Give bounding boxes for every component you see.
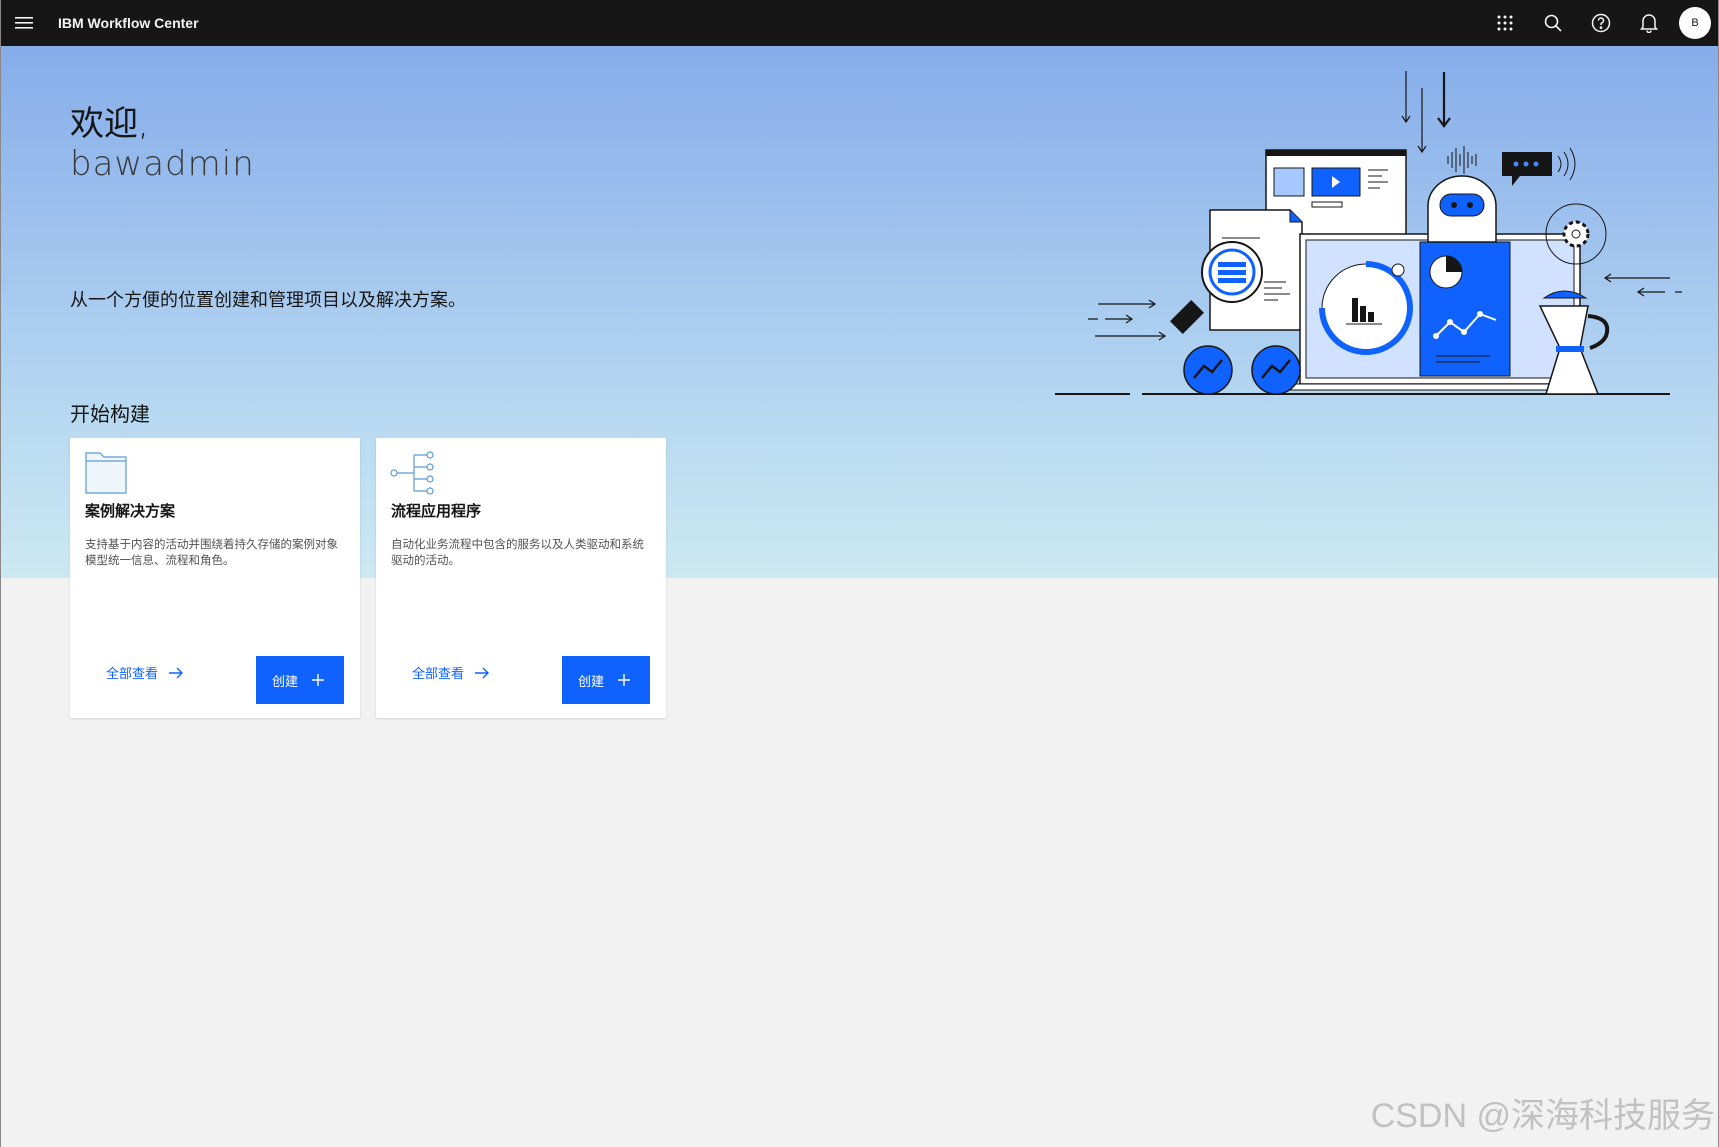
add-icon	[618, 674, 631, 686]
section-title: 开始构建	[70, 402, 150, 426]
create-label: 创建	[272, 674, 299, 690]
product-name[interactable]: IBM Workflow Center	[58, 15, 199, 31]
tagline: 从一个方便的位置创建和管理项目以及解决方案。	[70, 290, 466, 311]
process-flow-icon	[390, 451, 434, 495]
view-all-label: 全部查看	[106, 667, 159, 682]
watermark: CSDN @深海科技服务	[1370, 1097, 1715, 1135]
welcome-heading: 欢迎,	[70, 104, 149, 144]
help-icon[interactable]	[1577, 0, 1625, 46]
create-button[interactable]: 创建	[256, 656, 344, 704]
view-all-label: 全部查看	[412, 667, 465, 682]
notification-icon[interactable]	[1625, 0, 1673, 46]
card-title: 流程应用程序	[391, 502, 482, 520]
create-button[interactable]: 创建	[562, 656, 650, 704]
arrow-right-icon	[169, 667, 184, 678]
case-solution-card: 案例解决方案 支持基于内容的活动并围绕着持久存储的案例对象模型统一信息、流程和角…	[70, 438, 360, 718]
user-avatar[interactable]: B	[1679, 7, 1711, 39]
app-switcher-icon[interactable]	[1481, 0, 1529, 46]
view-all-link[interactable]: 全部查看	[106, 663, 184, 682]
process-app-card: 流程应用程序 自动化业务流程中包含的服务以及人类驱动和系统驱动的活动。 全部查看…	[376, 438, 666, 718]
card-title: 案例解决方案	[85, 502, 176, 520]
top-navigation-bar: IBM Workflow Center B	[0, 0, 1719, 46]
card-description: 自动化业务流程中包含的服务以及人类驱动和系统驱动的活动。	[391, 537, 644, 567]
create-label: 创建	[578, 674, 605, 690]
folder-icon	[85, 452, 127, 494]
arrow-right-icon	[475, 667, 490, 678]
menu-icon[interactable]	[0, 0, 48, 46]
add-icon	[312, 674, 325, 686]
card-description: 支持基于内容的活动并围绕着持久存储的案例对象模型统一信息、流程和角色。	[85, 537, 338, 567]
search-icon[interactable]	[1529, 0, 1577, 46]
username: bawadmin	[70, 144, 255, 184]
view-all-link[interactable]: 全部查看	[412, 663, 490, 682]
hero-illustration	[1055, 71, 1682, 395]
